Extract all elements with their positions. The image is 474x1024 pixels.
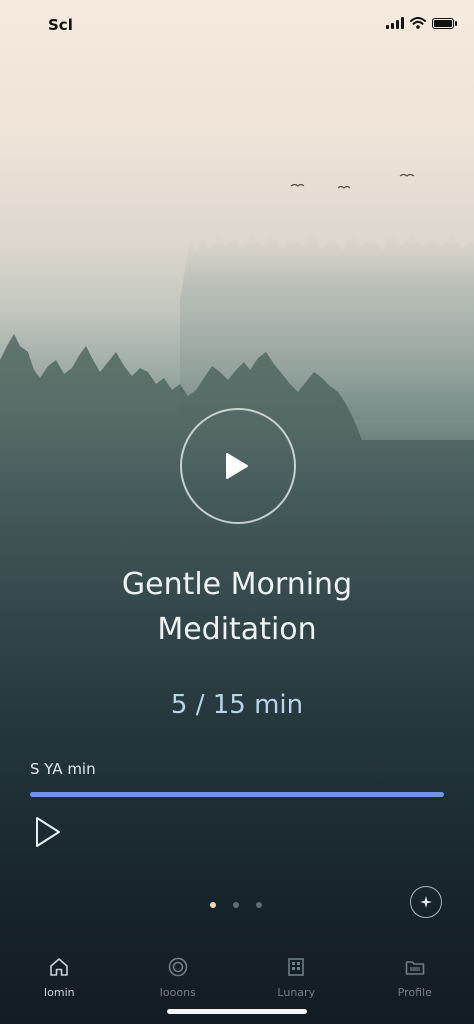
battery-icon	[432, 17, 457, 29]
status-icons	[386, 17, 457, 29]
play-icon	[226, 453, 248, 479]
tab-label-home: Iomin	[43, 986, 75, 999]
play-button[interactable]	[180, 408, 296, 524]
progress-bar[interactable]	[30, 792, 444, 797]
tab-sessions[interactable]: Iooons	[119, 952, 238, 1012]
duration-text: 5 / 15 min	[170, 690, 304, 720]
misty-forest-background	[0, 173, 474, 620]
progress-fill	[30, 792, 444, 797]
meditation-title: Gentle Morning Meditation	[0, 562, 474, 652]
elapsed-label: S YA min	[30, 760, 96, 778]
wifi-icon	[410, 17, 426, 29]
mini-play-button[interactable]	[32, 814, 64, 850]
tab-label-profile: Profile	[397, 986, 432, 999]
circle-target-icon	[168, 957, 188, 977]
tab-profile[interactable]: Profile	[356, 952, 474, 1012]
cellular-signal-icon	[386, 17, 404, 29]
page-dot[interactable]	[210, 902, 216, 908]
sparkle-icon	[420, 896, 432, 908]
home-indicator[interactable]	[167, 1009, 307, 1014]
sparkle-button[interactable]	[410, 886, 442, 918]
tab-bar: Iomin Iooons Lunary Profile	[0, 952, 474, 1012]
tab-label-sessions: Iooons	[159, 986, 196, 999]
folder-icon	[405, 961, 425, 975]
library-icon	[288, 958, 305, 976]
status-bar: Scl	[0, 0, 474, 50]
title-line-2: Meditation	[157, 612, 317, 647]
page-indicator	[210, 902, 262, 908]
page-dot[interactable]	[256, 902, 262, 908]
meditation-player-screen: Scl Gentle Morning Meditation 5 / 15 min…	[0, 0, 474, 1024]
tab-library[interactable]: Lunary	[237, 952, 356, 1012]
tab-home[interactable]: Iomin	[0, 952, 119, 1012]
play-outline-icon	[36, 817, 60, 847]
status-time: Scl	[48, 16, 73, 34]
page-dot[interactable]	[233, 902, 239, 908]
tab-label-library: Lunary	[277, 986, 316, 999]
title-line-1: Gentle Morning	[121, 567, 353, 602]
home-icon	[50, 958, 69, 976]
